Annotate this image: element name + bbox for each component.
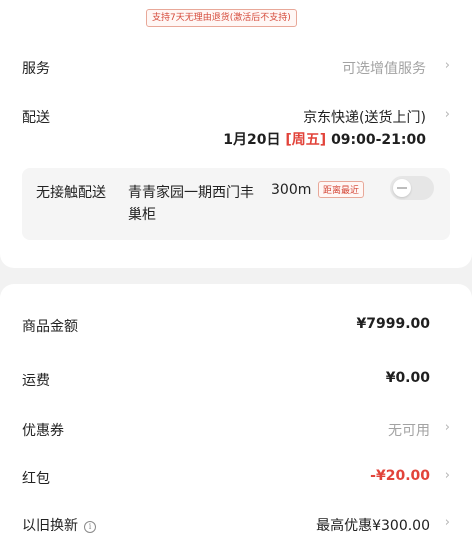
- return-policy-badge: 支持7天无理由退货(激活后不支持): [146, 9, 297, 27]
- price-summary-card: 商品金额 ¥7999.00 运费 ¥0.00 优惠券 无可用 › 红包 -¥20…: [0, 284, 472, 544]
- nearest-tag: 距离最近: [318, 181, 365, 198]
- trade-in-chevron-icon: ›: [444, 515, 450, 530]
- trade-in-label: 以旧换新: [22, 518, 78, 534]
- delivery-chevron-icon: ›: [444, 107, 450, 122]
- red-packet-value: -¥20.00: [370, 468, 430, 484]
- coupon-chevron-icon: ›: [444, 420, 450, 435]
- pickup-location: 青青家园一期西门丰巢柜: [128, 185, 254, 223]
- goods-amount-value: ¥7999.00: [356, 316, 430, 332]
- coupon-value: 无可用: [388, 423, 430, 439]
- delivery-weekday: [周五]: [285, 132, 327, 148]
- trade-in-label-group: 以旧换新 i: [22, 515, 96, 535]
- delivery-carrier: 京东快递(送货上门): [303, 110, 426, 126]
- trade-in-value: 最高优惠¥300.00: [316, 518, 430, 534]
- delivery-label: 配送: [22, 110, 50, 126]
- shipping-value: ¥0.00: [385, 370, 430, 386]
- service-value: 可选增值服务: [342, 61, 426, 77]
- contactless-label: 无接触配送: [36, 185, 106, 201]
- contactless-delivery-box: 无接触配送 青青家园一期西门丰巢柜 300m 距离最近: [22, 168, 450, 240]
- pickup-distance: 300m: [271, 182, 312, 198]
- delivery-date: 1月20日: [223, 132, 281, 148]
- delivery-hours: 09:00-21:00: [331, 132, 426, 148]
- contactless-toggle[interactable]: [390, 176, 434, 200]
- red-packet-label: 红包: [22, 471, 50, 487]
- toggle-knob: [393, 179, 411, 197]
- service-chevron-icon: ›: [444, 58, 450, 73]
- red-packet-chevron-icon: ›: [444, 468, 450, 483]
- coupon-label: 优惠券: [22, 423, 64, 439]
- delivery-card: 支持7天无理由退货(激活后不支持) 服务 可选增值服务 › 配送 京东快递(送货…: [0, 0, 472, 268]
- info-icon[interactable]: i: [84, 521, 96, 533]
- service-label: 服务: [22, 61, 50, 77]
- delivery-time: 1月20日 [周五] 09:00-21:00: [223, 129, 426, 149]
- goods-amount-label: 商品金额: [22, 319, 78, 335]
- shipping-label: 运费: [22, 373, 50, 389]
